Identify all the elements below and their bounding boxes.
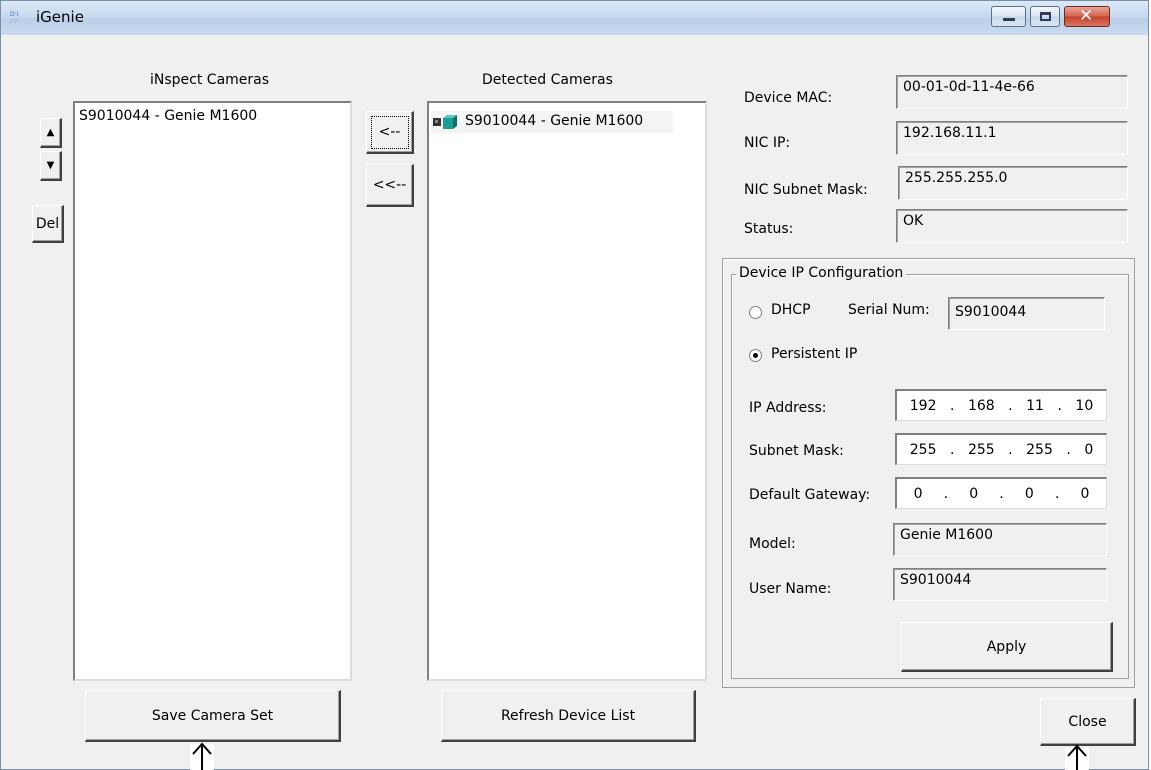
device-ip-config-title: Device IP Configuration xyxy=(736,265,907,281)
dot: . xyxy=(1054,485,1060,502)
default-gateway-input[interactable]: 0. 0. 0. 0 xyxy=(895,477,1107,509)
close-button[interactable]: Close xyxy=(1040,698,1136,746)
gateway-octet-2[interactable]: 0 xyxy=(969,486,978,502)
user-name-label: User Name: xyxy=(749,581,832,597)
refresh-device-list-label: Refresh Device List xyxy=(500,707,636,724)
dot: . xyxy=(1008,441,1013,458)
dot: . xyxy=(943,485,949,502)
dot: . xyxy=(1008,397,1013,414)
dot: . xyxy=(949,397,955,414)
dhcp-label[interactable]: DHCP xyxy=(771,302,811,318)
subnet-octet-3[interactable]: 255 xyxy=(1026,442,1053,458)
transfer-one-button[interactable]: <-- xyxy=(366,111,414,154)
dot: . xyxy=(1057,397,1062,414)
dot: . xyxy=(999,485,1004,502)
move-down-button[interactable]: ▼ xyxy=(40,151,62,181)
transfer-all-button[interactable]: <<-- xyxy=(366,164,414,207)
detected-cameras-heading: Detected Cameras xyxy=(482,72,613,88)
ip-octet-2[interactable]: 168 xyxy=(968,398,995,414)
ip-address-input[interactable]: 192. 168. 11. 10 xyxy=(895,389,1107,421)
down-arrow-icon: ▼ xyxy=(46,160,55,171)
status-label: Status: xyxy=(744,221,794,237)
model-label: Model: xyxy=(749,536,796,552)
close-icon: ✕ xyxy=(1079,6,1094,26)
nic-ip-label: NIC IP: xyxy=(744,135,791,151)
save-camera-set-button[interactable]: Save Camera Set xyxy=(85,690,341,742)
svg-text::·:·: :·:· xyxy=(10,18,18,25)
subnet-mask-input[interactable]: 255. 255. 255. 0 xyxy=(895,433,1107,465)
model-field: Genie M1600 xyxy=(893,523,1107,556)
pointer-arrow-icon xyxy=(192,742,212,770)
inspect-cameras-heading: iNspect Cameras xyxy=(150,72,270,88)
app-icon: D·I :·:· xyxy=(10,11,19,25)
maximize-button[interactable] xyxy=(1030,6,1060,27)
dhcp-radio[interactable] xyxy=(749,306,762,319)
status-field: OK xyxy=(896,209,1128,243)
list-item[interactable]: S9010044 - Genie M1600 xyxy=(431,111,673,133)
camera-icon xyxy=(433,115,457,129)
detected-camera-label: S9010044 - Genie M1600 xyxy=(465,113,644,129)
transfer-one-label: <-- xyxy=(378,124,401,140)
inspect-cameras-list[interactable]: S9010044 - Genie M1600 xyxy=(73,101,352,681)
serial-num-label: Serial Num: xyxy=(848,302,930,318)
svg-text:D·I: D·I xyxy=(10,11,19,18)
nic-subnet-mask-label: NIC Subnet Mask: xyxy=(744,182,868,198)
delete-label: Del xyxy=(35,215,60,232)
apply-label: Apply xyxy=(986,638,1027,655)
refresh-device-list-button[interactable]: Refresh Device List xyxy=(441,690,696,742)
delete-button[interactable]: Del xyxy=(32,205,64,243)
subnet-octet-1[interactable]: 255 xyxy=(910,442,937,458)
gateway-octet-1[interactable]: 0 xyxy=(914,486,923,502)
user-name-field: S9010044 xyxy=(893,568,1107,601)
pointer-arrow-icon xyxy=(1067,744,1087,770)
default-gateway-label: Default Gateway: xyxy=(749,487,871,503)
save-camera-set-label: Save Camera Set xyxy=(151,707,274,724)
transfer-all-label: <<-- xyxy=(372,177,407,193)
subnet-octet-4[interactable]: 0 xyxy=(1084,442,1093,458)
dot: . xyxy=(1066,441,1071,458)
ip-octet-4[interactable]: 10 xyxy=(1075,398,1093,414)
subnet-mask-label: Subnet Mask: xyxy=(749,443,844,459)
gateway-octet-3[interactable]: 0 xyxy=(1025,486,1034,502)
maximize-icon xyxy=(1040,12,1051,21)
up-arrow-icon: ▲ xyxy=(46,127,55,138)
persistent-ip-label[interactable]: Persistent IP xyxy=(771,346,857,362)
nic-subnet-mask-field: 255.255.255.0 xyxy=(898,166,1128,200)
persistent-ip-radio[interactable] xyxy=(749,349,762,362)
minimize-button[interactable] xyxy=(991,6,1026,27)
dot: . xyxy=(949,441,955,458)
apply-button[interactable]: Apply xyxy=(901,622,1113,672)
title-bar[interactable] xyxy=(1,1,1148,35)
close-label: Close xyxy=(1068,713,1107,730)
close-window-button[interactable]: ✕ xyxy=(1064,6,1110,27)
window-title: iGenie xyxy=(36,8,84,26)
gateway-octet-4[interactable]: 0 xyxy=(1080,486,1089,502)
minimize-icon xyxy=(1003,18,1015,21)
move-up-button[interactable]: ▲ xyxy=(40,118,62,148)
subnet-octet-2[interactable]: 255 xyxy=(968,442,995,458)
detected-cameras-list[interactable]: S9010044 - Genie M1600 xyxy=(427,101,707,681)
ip-octet-1[interactable]: 192 xyxy=(910,398,937,414)
list-item[interactable]: S9010044 - Genie M1600 xyxy=(79,108,257,124)
ip-octet-3[interactable]: 11 xyxy=(1026,398,1044,414)
serial-num-field: S9010044 xyxy=(948,297,1105,330)
ip-address-label: IP Address: xyxy=(749,400,827,416)
device-mac-field: 00-01-0d-11-4e-66 xyxy=(896,75,1128,109)
nic-ip-field: 192.168.11.1 xyxy=(896,121,1128,155)
device-mac-label: Device MAC: xyxy=(744,90,833,106)
